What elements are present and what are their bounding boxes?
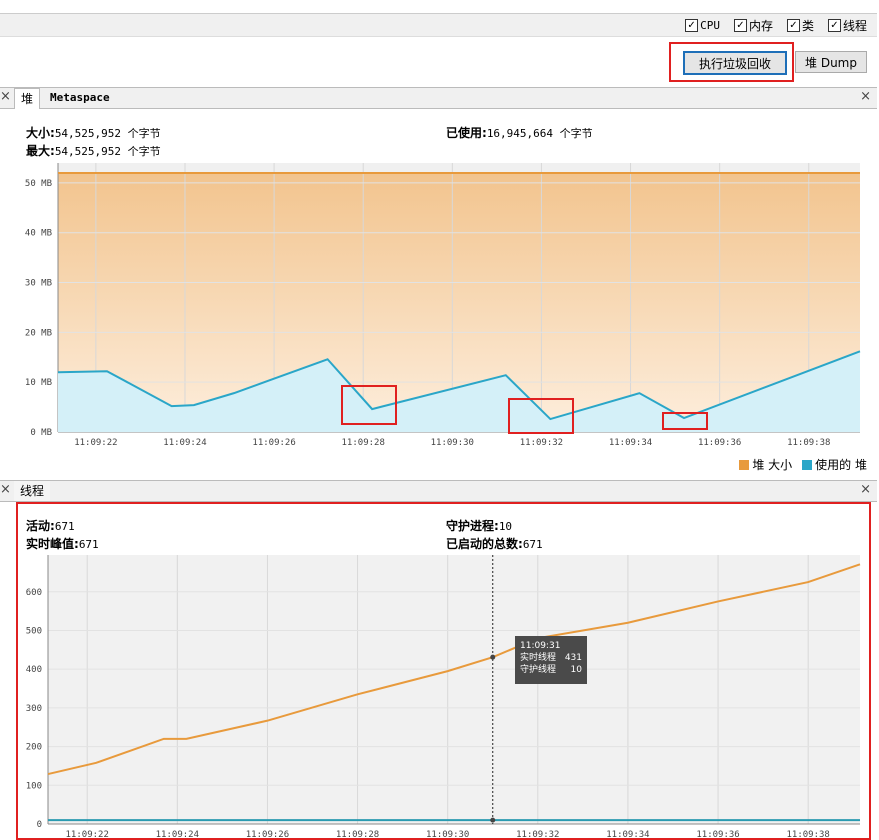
x-tick-label: 11:09:38 xyxy=(787,830,830,839)
plot-area xyxy=(48,555,860,824)
y-tick-label: 300 xyxy=(26,704,42,714)
y-tick-label: 600 xyxy=(26,588,42,598)
chart-tooltip: 11:09:31 实时线程 431 守护线程 10 xyxy=(515,636,587,684)
x-tick-label: 11:09:28 xyxy=(336,830,379,839)
y-tick-label: 100 xyxy=(26,781,42,791)
y-tick-label: 200 xyxy=(26,743,42,753)
y-tick-label: 0 xyxy=(37,820,42,830)
x-tick-label: 11:09:24 xyxy=(156,830,199,839)
y-tick-label: 500 xyxy=(26,626,42,636)
threads-chart: 11:09:22 11:09:24 11:09:26 11:09:28 11:09:30… xyxy=(26,555,861,839)
x-tick-label: 11:09:22 xyxy=(66,830,109,839)
y-tick-label: 400 xyxy=(26,665,42,675)
cursor-point xyxy=(490,654,496,660)
x-tick-label: 11:09:26 xyxy=(246,830,289,839)
x-tick-label: 11:09:32 xyxy=(516,830,559,839)
x-tick-label: 11:09:34 xyxy=(606,830,649,839)
cursor-point xyxy=(490,817,496,823)
x-tick-label: 11:09:36 xyxy=(696,830,739,839)
x-tick-label: 11:09:30 xyxy=(426,830,469,839)
